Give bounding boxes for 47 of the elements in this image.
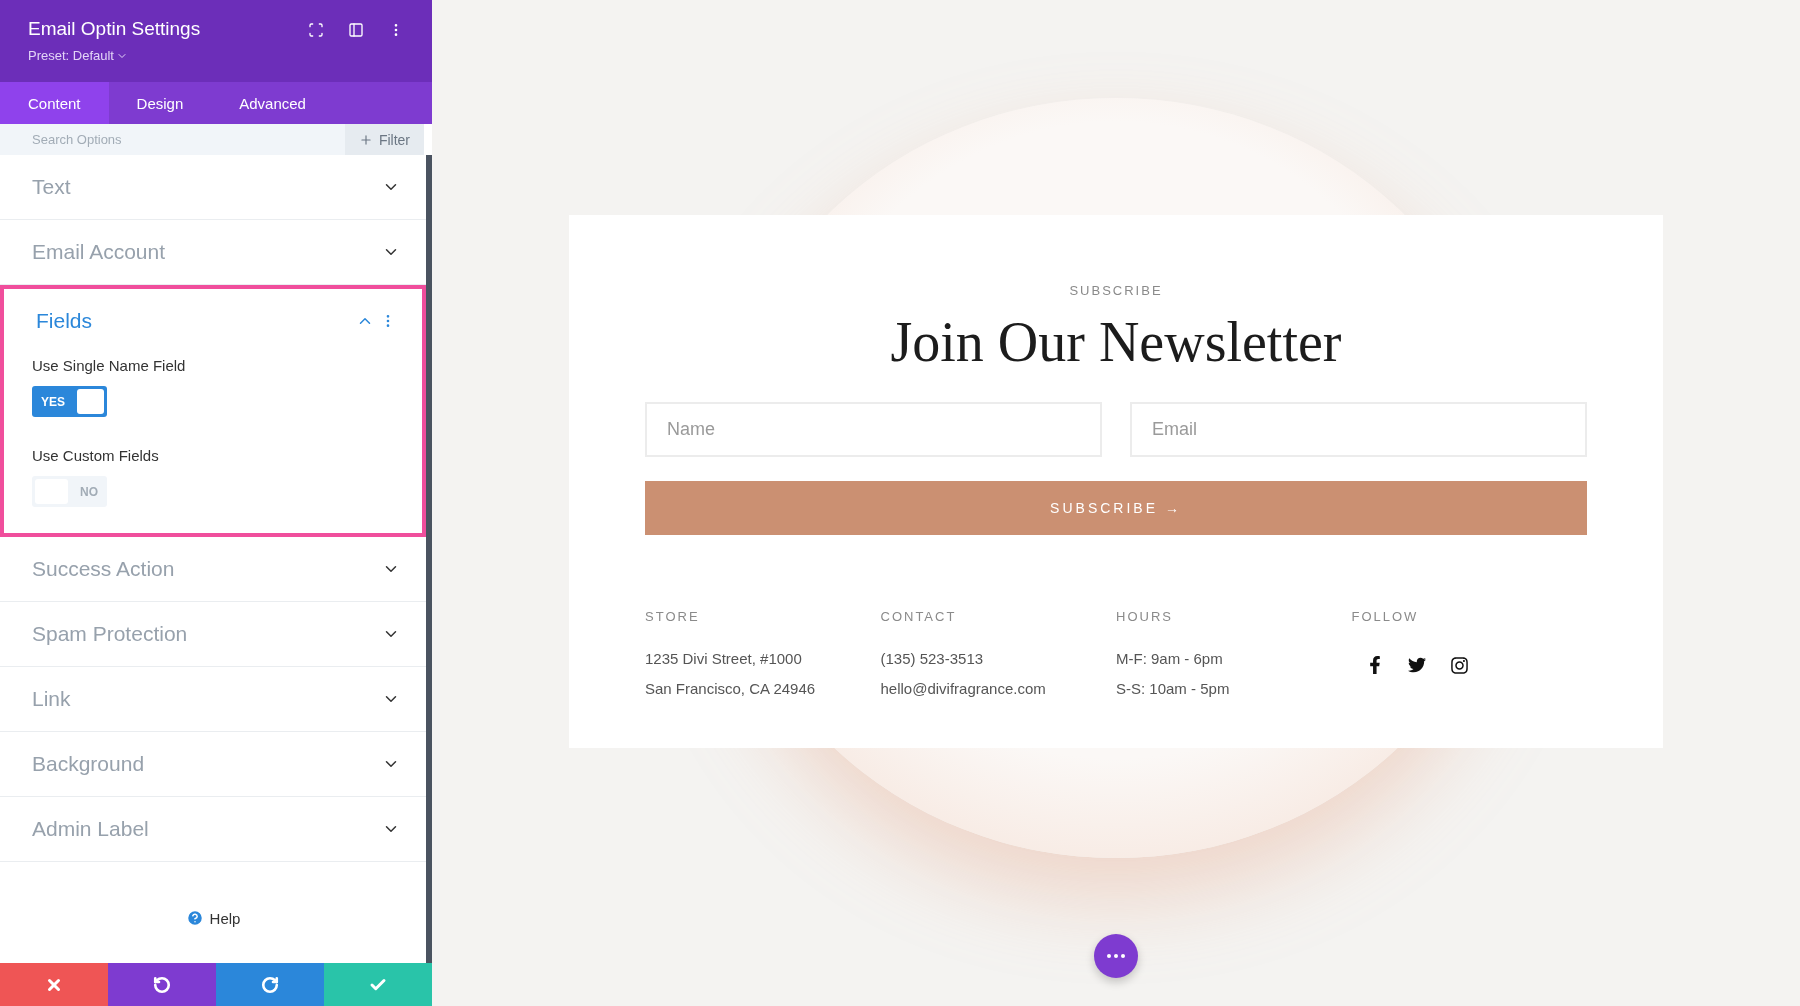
column-heading: HOURS bbox=[1116, 609, 1174, 624]
option-label: Use Single Name Field bbox=[32, 357, 187, 374]
plus-icon bbox=[358, 132, 373, 147]
redo-button[interactable] bbox=[216, 963, 324, 1006]
section-title[interactable]: Email Account bbox=[32, 240, 166, 264]
section-title[interactable]: Spam Protection bbox=[32, 622, 188, 646]
search-field[interactable]: Search Options bbox=[0, 124, 345, 155]
redo-icon bbox=[261, 975, 279, 994]
column-heading: CONTACT bbox=[880, 609, 958, 624]
more-options-button[interactable] bbox=[1094, 934, 1138, 978]
toggle-switch[interactable]: YES bbox=[32, 386, 107, 417]
tab[interactable]: Advanced bbox=[211, 82, 334, 124]
section-title[interactable]: Text bbox=[32, 175, 71, 199]
section-title[interactable]: Background bbox=[32, 752, 145, 776]
tab[interactable]: Design bbox=[108, 82, 212, 124]
preset-dropdown[interactable]: Preset: Default bbox=[28, 48, 201, 63]
section-title[interactable]: Success Action bbox=[32, 557, 175, 581]
tab[interactable]: Content bbox=[0, 82, 109, 124]
layout-icon[interactable] bbox=[348, 22, 364, 38]
input-field[interactable]: Name bbox=[645, 402, 1102, 457]
eyebrow-text: SUBSCRIBE bbox=[1069, 283, 1163, 298]
info-text: 1235 Divi Street, #1000 bbox=[645, 649, 803, 669]
panel-title: Email Optin Settings bbox=[28, 18, 201, 40]
subscribe-button[interactable]: SUBSCRIBE → bbox=[645, 481, 1587, 535]
filter-button[interactable]: Filter bbox=[344, 124, 424, 155]
info-text: (135) 523-3513 bbox=[880, 649, 985, 669]
option-label: Use Custom Fields bbox=[32, 447, 160, 464]
column-heading: STORE bbox=[645, 609, 701, 624]
section-title[interactable]: Admin Label bbox=[32, 817, 149, 841]
dots-icon bbox=[1107, 954, 1125, 958]
input-field[interactable]: Email bbox=[1130, 402, 1587, 457]
section-title[interactable]: Fields bbox=[36, 309, 93, 333]
fullscreen-icon[interactable] bbox=[308, 22, 324, 38]
help-link[interactable]: Help bbox=[185, 909, 241, 927]
column-heading: FOLLOW bbox=[1351, 609, 1420, 624]
newsletter-heading: Join Our Newsletter bbox=[890, 310, 1342, 374]
undo-icon bbox=[153, 975, 171, 994]
section-title[interactable]: Link bbox=[32, 687, 71, 711]
info-text: M-F: 9am - 6pm bbox=[1116, 649, 1224, 669]
info-text: S-S: 10am - 5pm bbox=[1116, 679, 1231, 699]
instagram-icon bbox=[1449, 656, 1469, 675]
info-text: hello@divifragrance.com bbox=[880, 679, 1047, 699]
info-text: San Francisco, CA 24946 bbox=[645, 679, 817, 699]
twitter-icon bbox=[1407, 656, 1426, 674]
toggle-switch[interactable]: NO bbox=[32, 476, 107, 507]
help-icon bbox=[185, 909, 204, 927]
undo-button[interactable] bbox=[108, 963, 216, 1006]
